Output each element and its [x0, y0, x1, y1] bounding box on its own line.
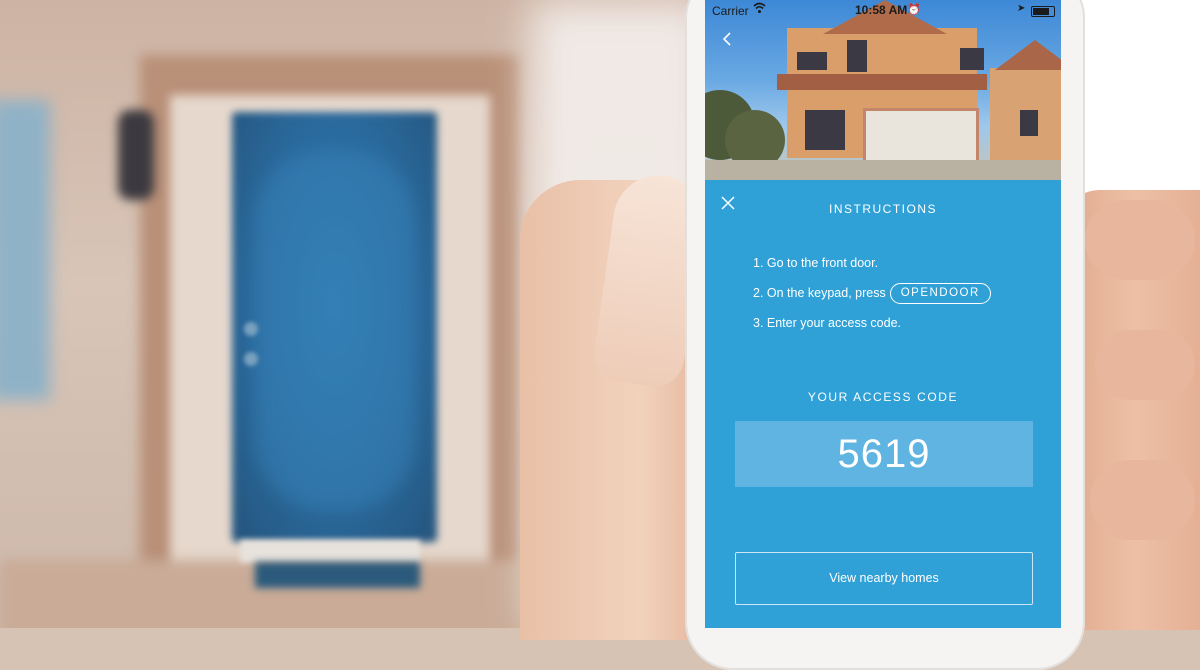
house-wing-roof — [995, 40, 1061, 70]
keypad-opendoor-badge: OPENDOOR — [889, 282, 991, 304]
instruction-step-text: 1. Go to the front door. — [753, 256, 879, 270]
instruction-step: 3. Enter your access code. — [753, 308, 991, 338]
instruction-step: 2. On the keypad, press OPENDOOR — [753, 278, 991, 308]
chevron-left-icon[interactable] — [721, 30, 733, 53]
house-window — [960, 48, 984, 70]
phone-screen: Carrier 10:58 AM ⏰ ➤ INSTRUCTIONS 1. Go — [705, 0, 1061, 628]
house-window — [797, 52, 827, 70]
wall-lamp — [118, 110, 154, 200]
door-lock — [244, 352, 258, 366]
status-time: 10:58 AM — [855, 3, 908, 17]
house-entry — [805, 110, 845, 150]
wifi-icon — [753, 2, 766, 17]
location-arrow-icon: ➤ — [1017, 3, 1026, 14]
access-code-box: 5619 — [735, 421, 1033, 487]
carrier-label: Carrier — [712, 4, 749, 18]
status-bar: Carrier 10:58 AM ⏰ ➤ — [705, 0, 1061, 20]
door-panel — [255, 150, 415, 510]
access-code-value: 5619 — [837, 432, 931, 476]
house-window — [847, 40, 867, 72]
finger — [1090, 460, 1195, 540]
background-window — [0, 100, 50, 400]
instruction-step: 1. Go to the front door. — [753, 248, 991, 278]
instruction-steps: 1. Go to the front door. 2. On the keypa… — [753, 248, 991, 338]
view-nearby-homes-button[interactable]: View nearby homes — [735, 552, 1033, 605]
finger — [1095, 330, 1195, 400]
instruction-step-text: 3. Enter your access code. — [753, 316, 901, 330]
door-step — [240, 540, 420, 562]
access-code-label: YOUR ACCESS CODE — [807, 390, 959, 404]
door-knob — [244, 322, 258, 336]
house-window — [1020, 110, 1038, 136]
house-photo — [705, 0, 1061, 180]
finger — [1085, 200, 1195, 280]
driveway — [705, 160, 1061, 180]
house-lower-roof — [777, 74, 987, 90]
instruction-step-text: 2. On the keypad, press — [753, 286, 886, 300]
battery-icon — [1031, 6, 1055, 17]
door-mat — [255, 562, 420, 588]
instructions-title: INSTRUCTIONS — [829, 202, 937, 216]
house-garage — [863, 108, 979, 166]
alarm-icon: ⏰ — [907, 4, 921, 16]
